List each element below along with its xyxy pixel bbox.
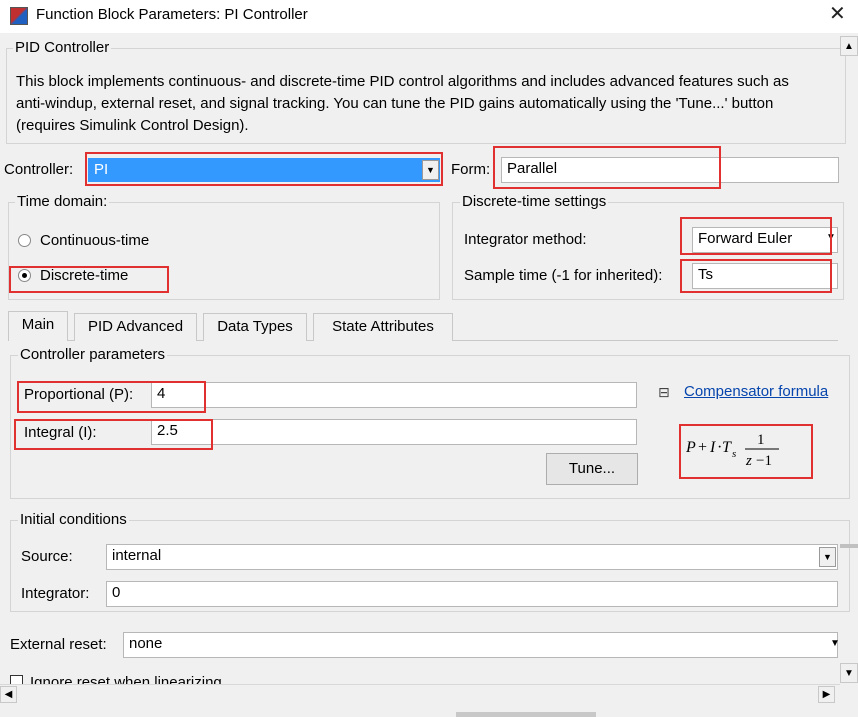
discrete-settings-legend: Discrete-time settings bbox=[460, 193, 609, 210]
external-reset-select[interactable]: none bbox=[123, 632, 838, 658]
vertical-scrollbar-thumb[interactable] bbox=[840, 544, 858, 548]
pid-controller-legend: PID Controller bbox=[13, 39, 112, 56]
title-bar: Function Block Parameters: PI Controller… bbox=[0, 0, 858, 33]
scroll-up-button[interactable]: ▲ bbox=[840, 36, 858, 56]
annotation-sample-time bbox=[680, 259, 832, 293]
tab-state-attributes[interactable]: State Attributes bbox=[313, 313, 453, 341]
simulink-app-icon bbox=[10, 7, 28, 25]
chevron-up-icon: ▲ bbox=[844, 40, 854, 52]
description-line-1: This block implements continuous- and di… bbox=[16, 73, 789, 90]
window-title: Function Block Parameters: PI Controller bbox=[36, 6, 308, 23]
tab-pid-advanced[interactable]: PID Advanced bbox=[74, 313, 197, 341]
controller-label: Controller: bbox=[4, 161, 74, 178]
radio-continuous-time-label[interactable]: Continuous-time bbox=[40, 232, 149, 249]
tune-button[interactable]: Tune... bbox=[546, 453, 638, 485]
chevron-left-icon: ◀ bbox=[4, 689, 13, 700]
time-domain-legend: Time domain: bbox=[15, 193, 110, 210]
form-label: Form: bbox=[451, 161, 491, 178]
initial-conditions-legend: Initial conditions bbox=[18, 511, 129, 528]
external-reset-value: none bbox=[129, 635, 163, 652]
proportional-input[interactable]: 4 bbox=[151, 382, 637, 408]
compensator-formula-link[interactable]: Compensator formula bbox=[684, 383, 828, 400]
integrator-value: 0 bbox=[112, 584, 121, 601]
annotation-formula bbox=[679, 424, 813, 479]
description-line-3: (requires Simulink Control Design). bbox=[16, 117, 249, 134]
annotation-controller bbox=[85, 152, 443, 186]
integrator-input[interactable]: 0 bbox=[106, 581, 838, 607]
horizontal-scrollbar-thumb[interactable] bbox=[456, 712, 596, 717]
radio-continuous-time[interactable] bbox=[18, 234, 31, 247]
controller-params-legend: Controller parameters bbox=[18, 346, 168, 363]
annotation-form bbox=[493, 146, 721, 189]
source-value: internal bbox=[112, 547, 162, 564]
integrator-label: Integrator: bbox=[21, 585, 90, 602]
description-line-2: anti-windup, external reset, and signal … bbox=[16, 95, 774, 112]
source-label: Source: bbox=[21, 548, 73, 565]
integral-input[interactable]: 2.5 bbox=[151, 419, 637, 445]
scroll-down-button[interactable]: ▼ bbox=[840, 663, 858, 683]
source-select[interactable]: internal bbox=[106, 544, 838, 570]
chevron-down-icon: ▼ bbox=[844, 667, 854, 679]
scroll-right-button[interactable]: ▶ bbox=[818, 686, 835, 703]
annotation-proportional bbox=[17, 381, 206, 413]
annotation-integral bbox=[14, 419, 213, 450]
horizontal-scrollbar[interactable] bbox=[0, 684, 840, 704]
collapse-formula-icon[interactable]: ⊟ bbox=[658, 384, 670, 401]
source-dropdown-button[interactable]: ▼ bbox=[819, 547, 836, 567]
chevron-right-icon: ▶ bbox=[822, 689, 831, 700]
sample-time-label: Sample time (-1 for inherited): bbox=[464, 267, 663, 284]
external-reset-label: External reset: bbox=[10, 636, 107, 653]
tab-main[interactable]: Main bbox=[8, 311, 68, 341]
chevron-down-icon: ▼ bbox=[823, 552, 832, 562]
chevron-down-icon[interactable]: ▼ bbox=[830, 638, 840, 649]
close-icon[interactable]: ✕ bbox=[829, 4, 846, 24]
integrator-method-label: Integrator method: bbox=[464, 231, 587, 248]
tab-data-types[interactable]: Data Types bbox=[203, 313, 307, 341]
annotation-discrete-time bbox=[9, 266, 169, 293]
scroll-left-button[interactable]: ◀ bbox=[0, 686, 17, 703]
annotation-integrator-method bbox=[680, 217, 832, 255]
